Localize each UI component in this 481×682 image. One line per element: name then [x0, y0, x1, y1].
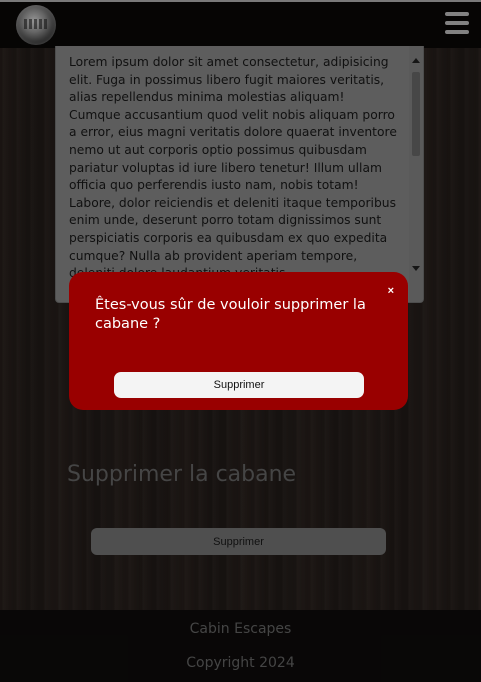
- page: Lorem ipsum dolor sit amet consectetur, …: [0, 0, 481, 682]
- confirm-delete-button[interactable]: Supprimer: [114, 372, 364, 398]
- close-icon[interactable]: ×: [388, 286, 394, 297]
- delete-confirm-modal: × Êtes-vous sûr de vouloir supprimer la …: [69, 272, 408, 410]
- modal-message: Êtes-vous sûr de vouloir supprimer la ca…: [95, 297, 366, 332]
